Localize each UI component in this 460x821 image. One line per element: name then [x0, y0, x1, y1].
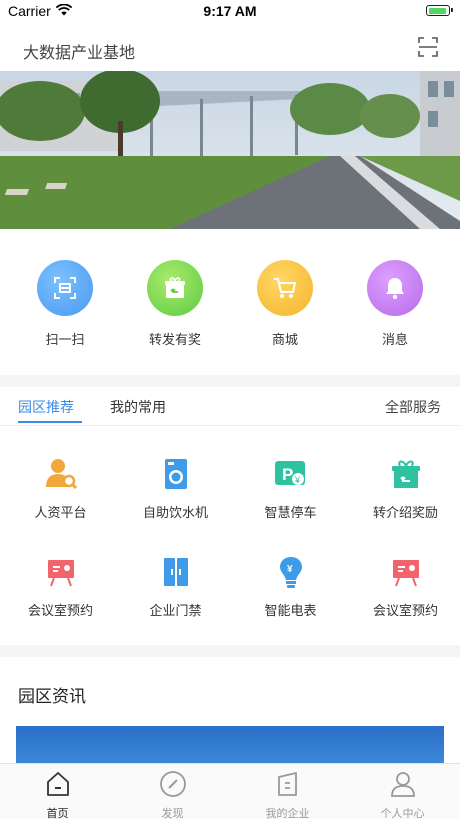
tab-label: 发现	[161, 807, 184, 820]
gift-share-icon	[147, 260, 203, 316]
svg-text:¥: ¥	[294, 475, 301, 485]
service-meeting-room[interactable]: 会议室预约	[3, 555, 118, 619]
active-tab-indicator	[18, 421, 82, 423]
service-label: 自助饮水机	[142, 506, 208, 521]
quick-label: 商城	[271, 333, 298, 348]
service-water-dispenser[interactable]: 自助饮水机	[118, 457, 233, 521]
tab-my-enterprise[interactable]: 我的企业	[230, 770, 345, 821]
banner-image[interactable]	[0, 71, 460, 229]
news-image[interactable]	[16, 726, 444, 763]
park-photo	[0, 71, 460, 229]
person-search-icon	[44, 457, 78, 491]
quick-label: 转发有奖	[148, 333, 201, 348]
tab-label: 首页	[46, 807, 69, 820]
quick-scan[interactable]: 扫一扫	[10, 260, 120, 348]
svg-text:P: P	[282, 465, 293, 484]
service-label: 人资平台	[34, 506, 87, 521]
tab-label: 个人中心	[380, 807, 425, 820]
quick-actions: 扫一扫 转发有奖 商城 消息	[0, 229, 460, 375]
service-hr-platform[interactable]: 人资平台	[3, 457, 118, 521]
parking-icon: P ¥	[274, 457, 308, 491]
cart-icon	[257, 260, 313, 316]
quick-label: 消息	[381, 333, 408, 348]
services-section: 园区推荐 我的常用 全部服务 人资平台 自助饮水机 P ¥ 智慧停车 转介绍奖励 …	[0, 387, 460, 645]
park-news-section: 园区资讯	[0, 657, 460, 763]
svg-text:¥: ¥	[287, 564, 293, 575]
page-title: 大数据产业基地	[23, 43, 136, 62]
all-services-link[interactable]: 全部服务	[385, 397, 441, 417]
tab-my-frequent[interactable]: 我的常用	[110, 397, 166, 417]
bell-icon	[367, 260, 423, 316]
door-access-icon	[159, 555, 193, 589]
service-door-access[interactable]: 企业门禁	[118, 555, 233, 619]
quick-share-reward[interactable]: 转发有奖	[120, 260, 230, 348]
tab-label: 我的企业	[265, 807, 310, 820]
service-smart-parking[interactable]: P ¥ 智慧停车	[233, 457, 348, 521]
service-label: 智慧停车	[264, 506, 317, 521]
meeting-board-icon	[44, 555, 78, 589]
service-label: 会议室预约	[372, 604, 438, 619]
building-icon	[277, 772, 297, 796]
tab-profile[interactable]: 个人中心	[345, 770, 460, 821]
water-dispenser-icon	[159, 457, 193, 491]
battery-icon	[426, 5, 453, 16]
service-label: 会议室预约	[27, 604, 93, 619]
service-referral-reward[interactable]: 转介绍奖励	[348, 457, 460, 521]
service-smart-meter[interactable]: ¥ 智能电表	[233, 555, 348, 619]
service-label: 转介绍奖励	[372, 506, 438, 521]
service-label: 企业门禁	[149, 604, 202, 619]
tab-park-recommend[interactable]: 园区推荐	[18, 397, 74, 417]
quick-mall[interactable]: 商城	[230, 260, 340, 348]
section-divider	[0, 645, 460, 657]
app-header: 大数据产业基地	[0, 24, 460, 71]
service-label: 智能电表	[264, 604, 317, 619]
compass-icon	[159, 771, 186, 797]
status-bar: Carrier 9:17 AM	[0, 0, 460, 24]
scan-icon	[37, 260, 93, 316]
scan-frame-icon[interactable]	[418, 37, 438, 57]
quick-messages[interactable]: 消息	[340, 260, 450, 348]
tab-discover[interactable]: 发现	[115, 770, 230, 821]
quick-label: 扫一扫	[45, 333, 85, 348]
gift-icon	[389, 457, 423, 491]
bottom-tab-bar: 首页 发现 我的企业 个人中心	[0, 763, 460, 821]
clock: 9:17 AM	[203, 3, 257, 19]
profile-icon	[390, 772, 415, 797]
services-tabs: 园区推荐 我的常用 全部服务	[0, 387, 460, 426]
service-meeting-room[interactable]: 会议室预约	[348, 555, 460, 619]
section-heading: 园区资讯	[18, 687, 86, 707]
home-icon	[46, 772, 69, 796]
section-divider	[0, 375, 460, 387]
smart-meter-icon: ¥	[274, 555, 308, 589]
tab-home[interactable]: 首页	[0, 770, 115, 821]
meeting-board-icon	[389, 555, 423, 589]
